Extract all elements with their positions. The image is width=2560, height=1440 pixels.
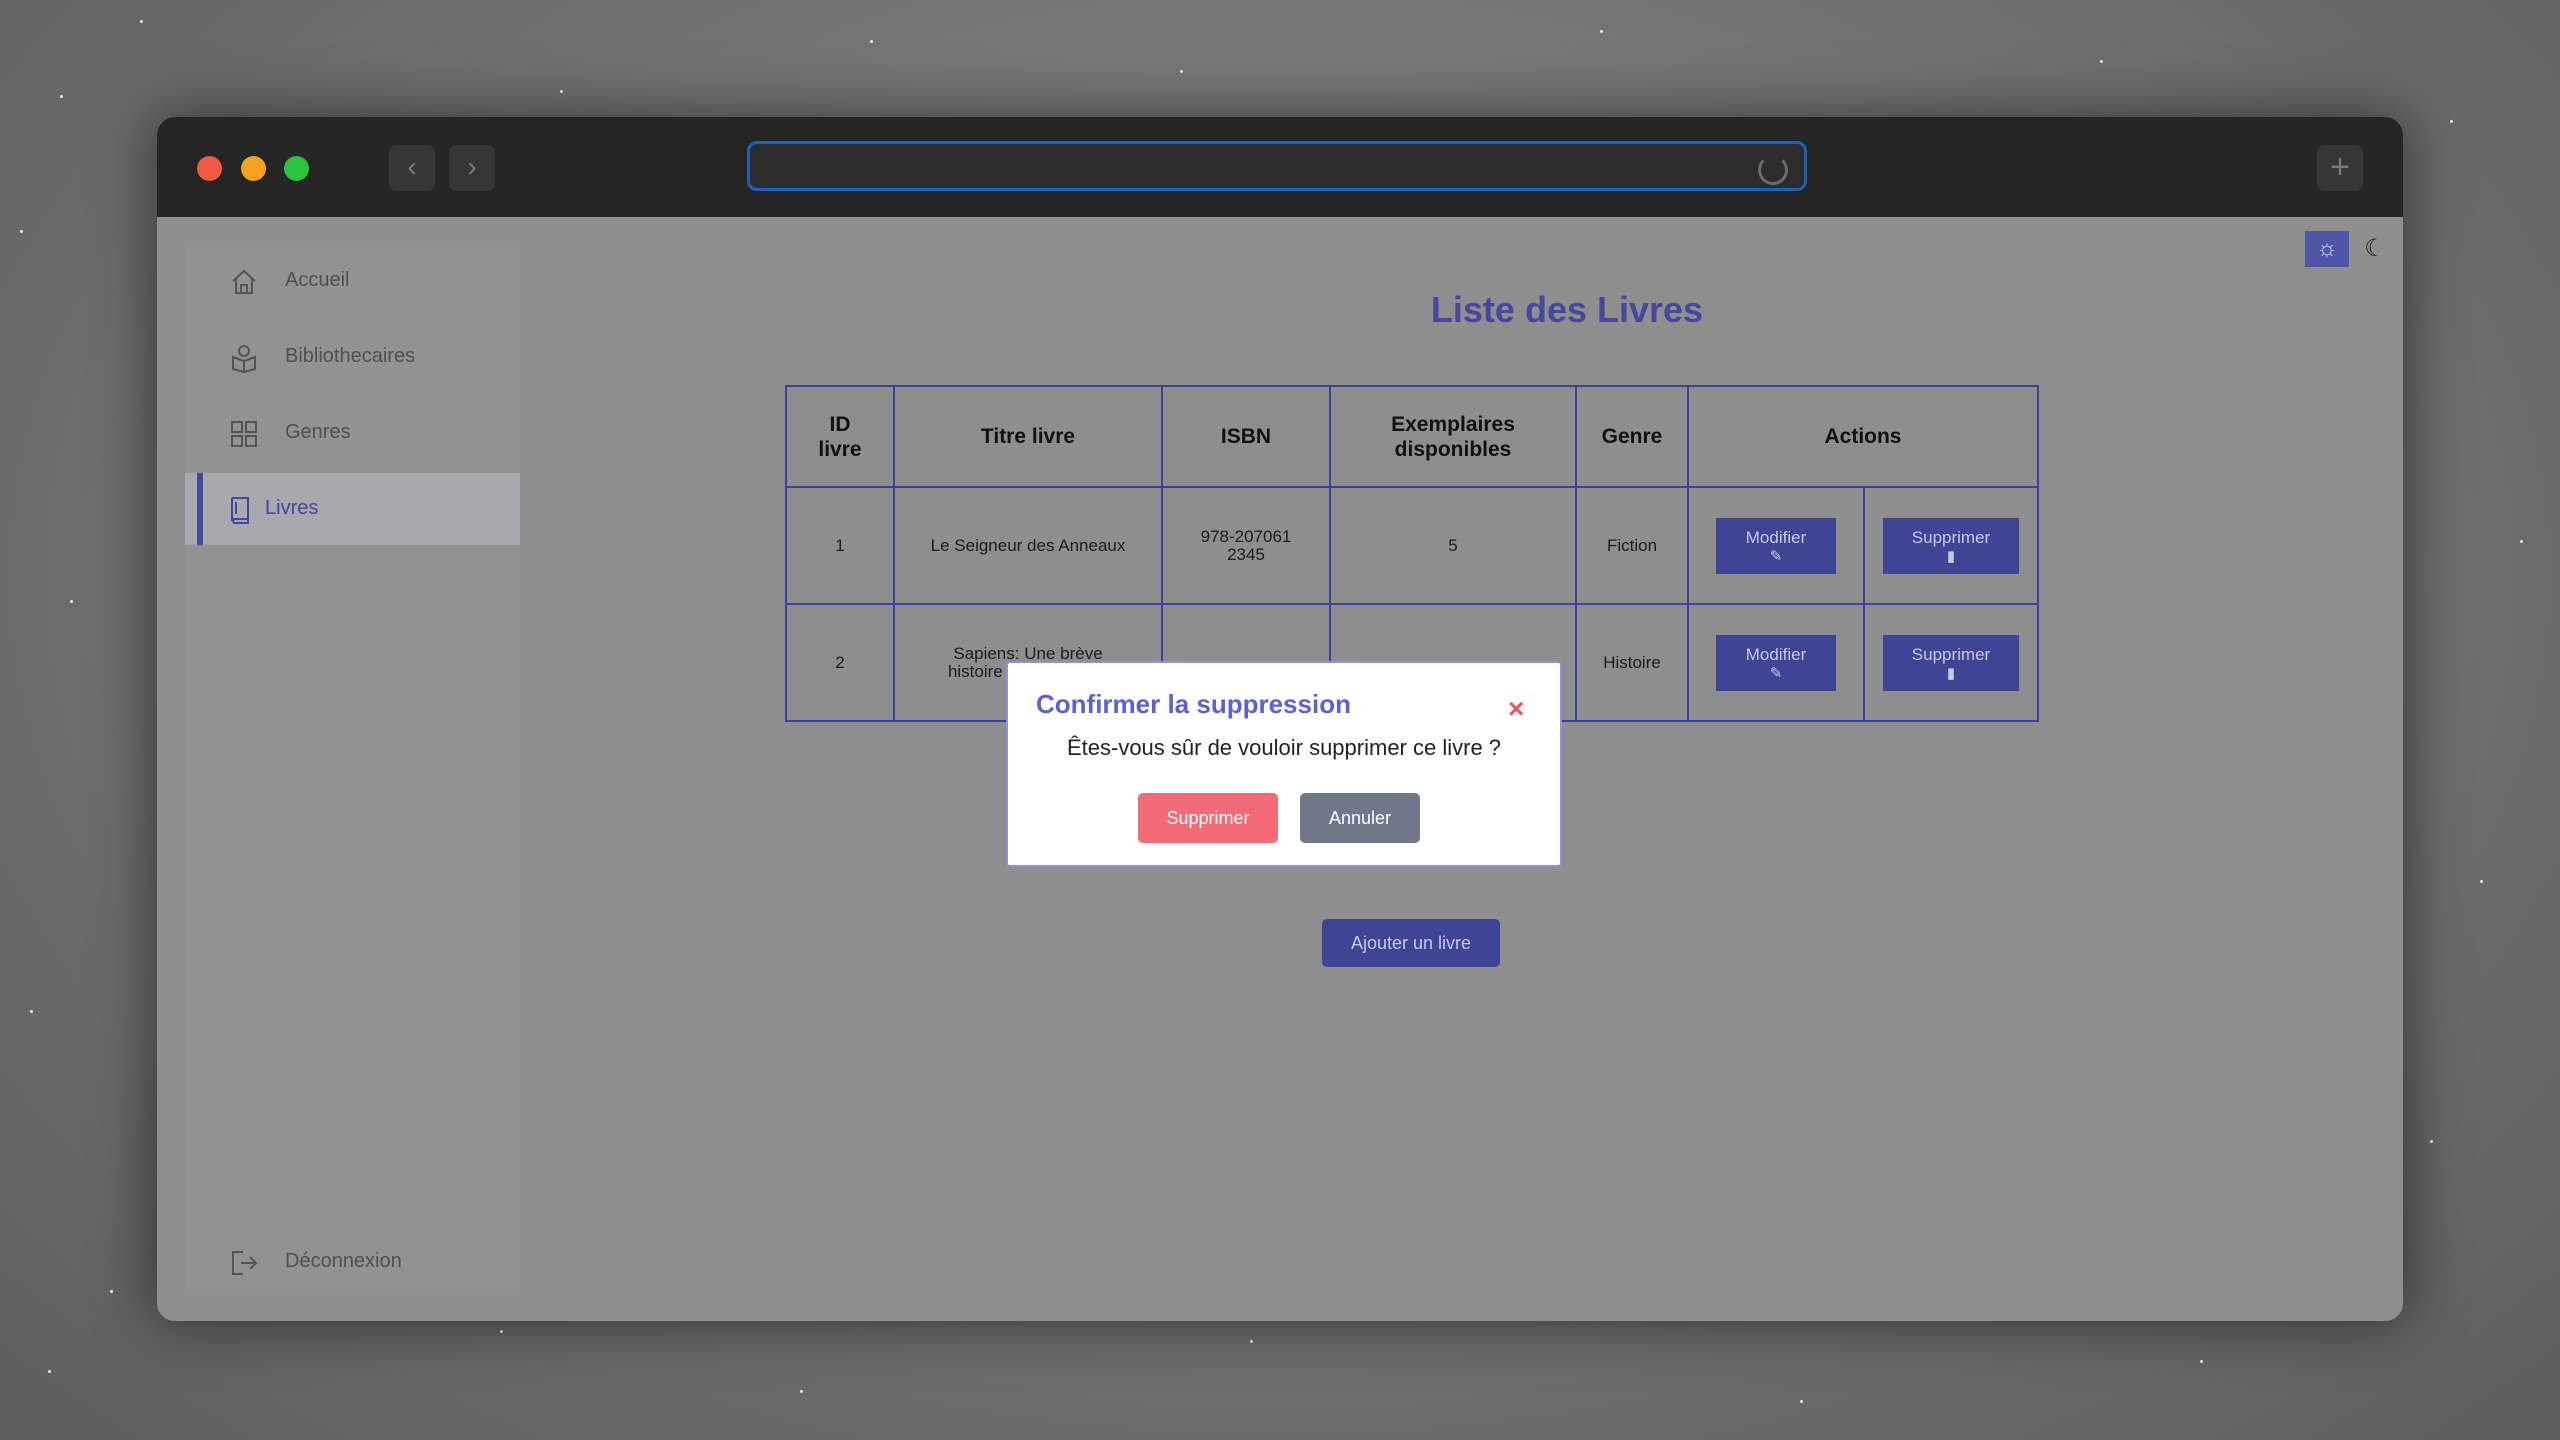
background-star	[870, 40, 873, 43]
cell-id: 2	[785, 603, 895, 722]
sidebar-item-accueil[interactable]: Accueil	[185, 245, 520, 317]
background-star	[2430, 1140, 2433, 1143]
delete-label: Supprimer	[1911, 644, 1991, 664]
page-title: Liste des Livres	[1430, 289, 1704, 330]
browser-window: ‹ › + Accueil Bibliothecaires Genres Liv…	[157, 117, 2403, 1321]
edit-label: Modifier	[1745, 644, 1807, 664]
column-header-copies: Exemplaires disponibles	[1329, 385, 1577, 488]
grid-icon	[231, 421, 257, 447]
delete-button[interactable]: Supprimer ▮	[1883, 517, 2019, 574]
background-star	[48, 1370, 51, 1373]
background-star	[1800, 1400, 1803, 1403]
sidebar-item-bibliothecaires[interactable]: Bibliothecaires	[185, 321, 520, 393]
sidebar-item-label: Genres	[285, 421, 351, 443]
background-star	[500, 1330, 503, 1333]
header-label: ID livre	[818, 412, 862, 461]
edit-button[interactable]: Modifier ✎	[1716, 517, 1836, 574]
chevron-left-icon: ‹	[407, 151, 417, 182]
background-star	[1600, 30, 1603, 33]
background-star	[2450, 120, 2453, 123]
logout-icon	[232, 1251, 258, 1275]
browser-titlebar: ‹ › +	[157, 117, 2403, 217]
background-star	[2520, 540, 2523, 543]
background-star	[2200, 1360, 2203, 1363]
edit-button[interactable]: Modifier ✎	[1716, 634, 1836, 691]
column-header-actions: Actions	[1687, 385, 2039, 488]
cell-genre: Fiction	[1575, 486, 1689, 605]
new-tab-button[interactable]: +	[2317, 145, 2363, 191]
delete-confirm-modal: Confirmer la suppression × Êtes-vous sûr…	[1006, 661, 1562, 867]
delete-label: Supprimer	[1911, 527, 1991, 547]
sidebar-item-genres[interactable]: Genres	[185, 397, 520, 469]
background-star	[70, 600, 73, 603]
edit-icon: ✎	[1769, 664, 1783, 682]
modal-message: Êtes-vous sûr de vouloir supprimer ce li…	[1066, 735, 1502, 760]
sidebar: Accueil Bibliothecaires Genres Livres Dé…	[185, 245, 520, 1293]
cancel-button[interactable]: Annuler	[1300, 793, 1420, 843]
sidebar-item-label: Livres	[265, 497, 319, 519]
confirm-delete-button[interactable]: Supprimer	[1138, 793, 1278, 843]
background-star	[20, 230, 23, 233]
cell-title: Le Seigneur des Anneaux	[893, 486, 1163, 605]
delete-button[interactable]: Supprimer ▮	[1883, 634, 2019, 691]
cell-copies: 5	[1329, 486, 1577, 605]
table-row: 1 Le Seigneur des Anneaux 978-2070612345…	[785, 486, 2039, 605]
sidebar-item-label: Accueil	[285, 269, 350, 291]
background-star	[560, 90, 563, 93]
sun-icon: ☼	[2316, 235, 2338, 262]
moon-icon: ☾	[2364, 235, 2386, 262]
add-book-button[interactable]: Ajouter un livre	[1322, 919, 1500, 967]
light-theme-button[interactable]: ☼	[2305, 231, 2349, 267]
cell-edit: Modifier ✎	[1687, 486, 1865, 605]
column-header-id: ID livre	[785, 385, 895, 488]
column-header-genre: Genre	[1575, 385, 1689, 488]
background-star	[1180, 70, 1183, 73]
column-header-isbn: ISBN	[1161, 385, 1331, 488]
active-indicator	[197, 473, 203, 545]
trash-icon: ▮	[1946, 664, 1956, 682]
home-icon	[232, 269, 256, 294]
background-star	[1250, 1340, 1253, 1343]
table-header-row: ID livre Titre livre ISBN Exemplaires di…	[785, 385, 2039, 488]
cell-delete: Supprimer ▮	[1863, 603, 2039, 722]
background-star	[60, 95, 63, 98]
column-header-title: Titre livre	[893, 385, 1163, 488]
cell-id: 1	[785, 486, 895, 605]
chevron-right-icon: ›	[467, 151, 477, 182]
isbn-text: 978-2070612345	[1200, 526, 1292, 564]
background-star	[2480, 880, 2483, 883]
background-star	[2100, 60, 2103, 63]
cell-delete: Supprimer ▮	[1863, 486, 2039, 605]
dark-theme-button[interactable]: ☾	[2357, 231, 2393, 267]
minimize-window-button[interactable]	[241, 156, 266, 181]
cell-edit: Modifier ✎	[1687, 603, 1865, 722]
cell-genre: Histoire	[1575, 603, 1689, 722]
back-button[interactable]: ‹	[389, 145, 435, 191]
reload-icon[interactable]	[1758, 155, 1788, 185]
background-star	[140, 20, 143, 23]
modal-title: Confirmer la suppression	[1036, 689, 1351, 719]
book-icon	[231, 497, 249, 524]
edit-label: Modifier	[1745, 527, 1807, 547]
close-window-button[interactable]	[197, 156, 222, 181]
edit-icon: ✎	[1769, 547, 1783, 565]
sidebar-item-label: Bibliothecaires	[285, 345, 416, 367]
logout-label: Déconnexion	[285, 1250, 402, 1272]
plus-icon: +	[2330, 148, 2350, 186]
logout-button[interactable]: Déconnexion	[185, 1226, 520, 1298]
address-bar[interactable]	[747, 141, 1807, 191]
background-star	[30, 1010, 33, 1013]
page-content: Accueil Bibliothecaires Genres Livres Dé…	[157, 217, 2403, 1321]
trash-icon: ▮	[1946, 547, 1956, 565]
forward-button[interactable]: ›	[449, 145, 495, 191]
background-star	[800, 1390, 803, 1393]
maximize-window-button[interactable]	[284, 156, 309, 181]
header-label: Exemplaires disponibles	[1391, 412, 1515, 461]
background-star	[110, 1290, 113, 1293]
close-icon[interactable]: ×	[1508, 693, 1524, 725]
sidebar-item-livres[interactable]: Livres	[185, 473, 520, 545]
cell-isbn: 978-2070612345	[1161, 486, 1331, 605]
librarian-icon	[232, 345, 256, 373]
